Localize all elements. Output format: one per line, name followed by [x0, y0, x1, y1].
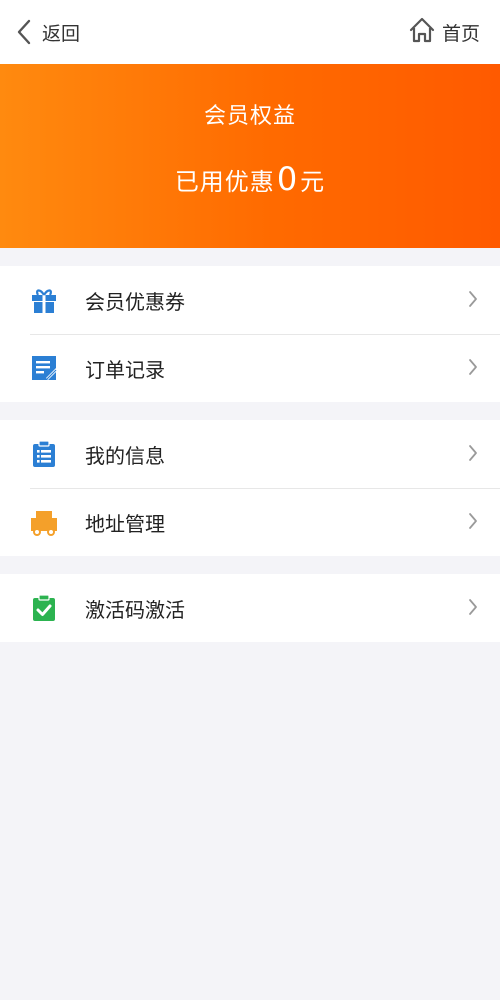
menu-item-address-management[interactable]: 地址管理	[0, 488, 500, 556]
member-benefits-banner: 会员权益 已用优惠0元	[0, 64, 500, 248]
activation-check-icon	[30, 594, 58, 622]
chevron-right-icon	[468, 512, 478, 534]
menu-item-label: 订单记录	[85, 357, 165, 382]
used-discount-label: 已用优惠	[174, 168, 275, 196]
menu-group-2: 我的信息 地址管理	[0, 420, 500, 556]
back-arrow-icon	[16, 19, 32, 45]
home-icon	[408, 16, 436, 48]
menu-item-label: 地址管理	[85, 511, 165, 536]
chevron-right-icon	[468, 444, 478, 466]
menu-group-1: 会员优惠券 订单记录	[0, 266, 500, 402]
truck-icon	[30, 508, 58, 536]
gift-icon	[30, 286, 58, 314]
chevron-right-icon	[468, 358, 478, 380]
home-label: 首页	[441, 22, 480, 45]
used-discount-amount: 0	[276, 160, 299, 198]
chevron-right-icon	[468, 290, 478, 312]
top-nav-bar: 返回 首页	[0, 0, 500, 64]
menu-item-member-coupons[interactable]: 会员优惠券	[0, 266, 500, 334]
back-button[interactable]: 返回	[16, 14, 80, 50]
menu-group-3: 激活码激活	[0, 574, 500, 642]
clipboard-icon	[30, 440, 58, 468]
menu-item-label: 会员优惠券	[85, 289, 185, 314]
back-label: 返回	[42, 22, 81, 45]
menu-item-order-records[interactable]: 订单记录	[0, 334, 500, 402]
menu-item-label: 激活码激活	[85, 597, 185, 622]
used-discount-unit: 元	[300, 168, 326, 196]
menu-item-activation-code[interactable]: 激活码激活	[0, 574, 500, 642]
used-discount-summary: 已用优惠0元	[0, 160, 500, 198]
menu-item-label: 我的信息	[85, 443, 165, 468]
order-record-icon	[30, 354, 58, 382]
menu-item-my-info[interactable]: 我的信息	[0, 420, 500, 488]
home-button[interactable]: 首页	[408, 14, 480, 50]
chevron-right-icon	[468, 598, 478, 620]
banner-title: 会员权益	[203, 104, 296, 129]
